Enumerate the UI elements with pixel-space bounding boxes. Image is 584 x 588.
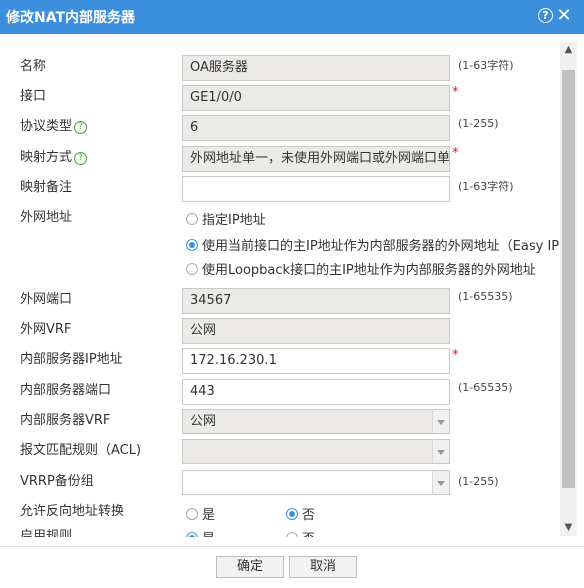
external-port-label: 外网端口 [20, 292, 73, 307]
interface-label: 接口 [20, 89, 47, 104]
radio-label: 使用Loopback接口的主IP地址作为内部服务器的外网地址 [202, 263, 536, 278]
cancel-button[interactable]: 取消 [289, 556, 357, 578]
protocol-hint: (1-255) [458, 117, 499, 130]
radio-label: 是 [202, 508, 216, 523]
radio-easy-ip[interactable]: 使用当前接口的主IP地址作为内部服务器的外网地址（Easy IP) [186, 235, 564, 254]
radio-label: 否 [302, 532, 315, 537]
radio-label: 指定IP地址 [202, 213, 266, 228]
mapping-mode-field[interactable]: 外网地址单一，未使用外网端口或外网端口单一 [182, 146, 450, 172]
radio-circle[interactable] [286, 508, 298, 520]
external-port-hint: (1-65535) [458, 290, 513, 303]
ok-button[interactable]: 确定 [216, 556, 284, 578]
scroll-up-icon[interactable]: ▲ [560, 42, 577, 58]
radio-circle[interactable] [186, 239, 198, 251]
acl-select[interactable] [182, 439, 450, 464]
external-vrf-label: 外网VRF [20, 322, 72, 337]
radio-loopback[interactable]: 使用Loopback接口的主IP地址作为内部服务器的外网地址 [186, 259, 536, 278]
required-mark: * [452, 146, 459, 161]
external-vrf-field: 公网 [182, 318, 450, 344]
vrrp-select[interactable] [182, 470, 450, 495]
radio-label: 是 [202, 532, 215, 537]
radio-circle[interactable] [186, 532, 198, 537]
radio-circle[interactable] [186, 263, 198, 275]
external-port-field: 34567 [182, 288, 450, 314]
internal-vrf-select[interactable]: 公网 [182, 409, 450, 434]
required-mark: * [452, 348, 459, 363]
vertical-scrollbar[interactable]: ▲ ▼ [560, 42, 577, 536]
protocol-label: 协议类型? [20, 115, 88, 134]
nat-server-dialog: 修改NAT内部服务器 ? ✕ 名称 OA服务器 (1-63字符) 接口 GE1/… [0, 0, 584, 588]
protocol-field[interactable]: 6 [182, 115, 450, 141]
mapping-mode-label-text: 映射方式 [20, 150, 73, 165]
help-question-icon[interactable]: ? [74, 121, 88, 134]
chevron-down-icon[interactable] [432, 410, 449, 433]
name-field: OA服务器 [182, 55, 450, 81]
dialog-titlebar: 修改NAT内部服务器 ? ✕ [0, 0, 584, 34]
internal-port-hint: (1-65535) [458, 381, 513, 394]
mapping-mode-label: 映射方式? [20, 146, 88, 165]
mapping-note-label: 映射备注 [20, 180, 73, 195]
internal-ip-label: 内部服务器IP地址 [20, 352, 123, 367]
reverse-nat-label: 允许反向地址转换 [20, 504, 125, 519]
radio-circle[interactable] [286, 532, 298, 537]
help-icon[interactable]: ? [538, 8, 553, 23]
name-label: 名称 [20, 59, 47, 74]
internal-port-input[interactable]: 443 [182, 379, 450, 405]
enable-rule-yes[interactable]: 是 [186, 528, 215, 537]
internal-port-label: 内部服务器端口 [20, 383, 112, 398]
enable-rule-label: 启用规则 [20, 529, 73, 537]
acl-label: 报文匹配规则（ACL) [20, 443, 142, 458]
name-hint: (1-63字符) [458, 59, 514, 72]
dialog-title: 修改NAT内部服务器 [6, 10, 136, 26]
close-icon[interactable]: ✕ [556, 7, 572, 25]
radio-circle[interactable] [186, 213, 198, 225]
radio-label: 使用当前接口的主IP地址作为内部服务器的外网地址（Easy IP) [202, 239, 565, 254]
interface-field[interactable]: GE1/0/0 [182, 85, 450, 111]
dialog-footer: 确定 取消 [0, 552, 584, 588]
reverse-nat-no[interactable]: 否 [286, 504, 315, 523]
reverse-nat-yes[interactable]: 是 [186, 504, 215, 523]
radio-label: 否 [302, 508, 316, 523]
internal-vrf-label: 内部服务器VRF [20, 413, 111, 428]
scroll-down-icon[interactable]: ▼ [560, 520, 577, 536]
external-address-label: 外网地址 [20, 210, 73, 225]
protocol-label-text: 协议类型 [20, 119, 73, 134]
internal-ip-input[interactable]: 172.16.230.1 [182, 348, 450, 374]
enable-rule-no[interactable]: 否 [286, 528, 315, 537]
vrrp-label: VRRP备份组 [20, 474, 94, 489]
internal-vrf-value: 公网 [190, 414, 217, 429]
scrollbar-thumb[interactable] [562, 70, 575, 488]
radio-circle[interactable] [186, 508, 198, 520]
help-question-icon[interactable]: ? [74, 152, 88, 165]
radio-specify-ip[interactable]: 指定IP地址 [186, 209, 266, 228]
dialog-body: 名称 OA服务器 (1-63字符) 接口 GE1/0/0 * 协议类型? 6 (… [0, 34, 584, 537]
footer-divider [0, 546, 584, 547]
chevron-down-icon[interactable] [432, 471, 449, 494]
vrrp-hint: (1-255) [458, 475, 499, 488]
mapping-note-input[interactable] [182, 176, 450, 202]
chevron-down-icon[interactable] [432, 440, 449, 463]
required-mark: * [452, 85, 459, 100]
mapping-note-hint: (1-63字符) [458, 180, 514, 193]
